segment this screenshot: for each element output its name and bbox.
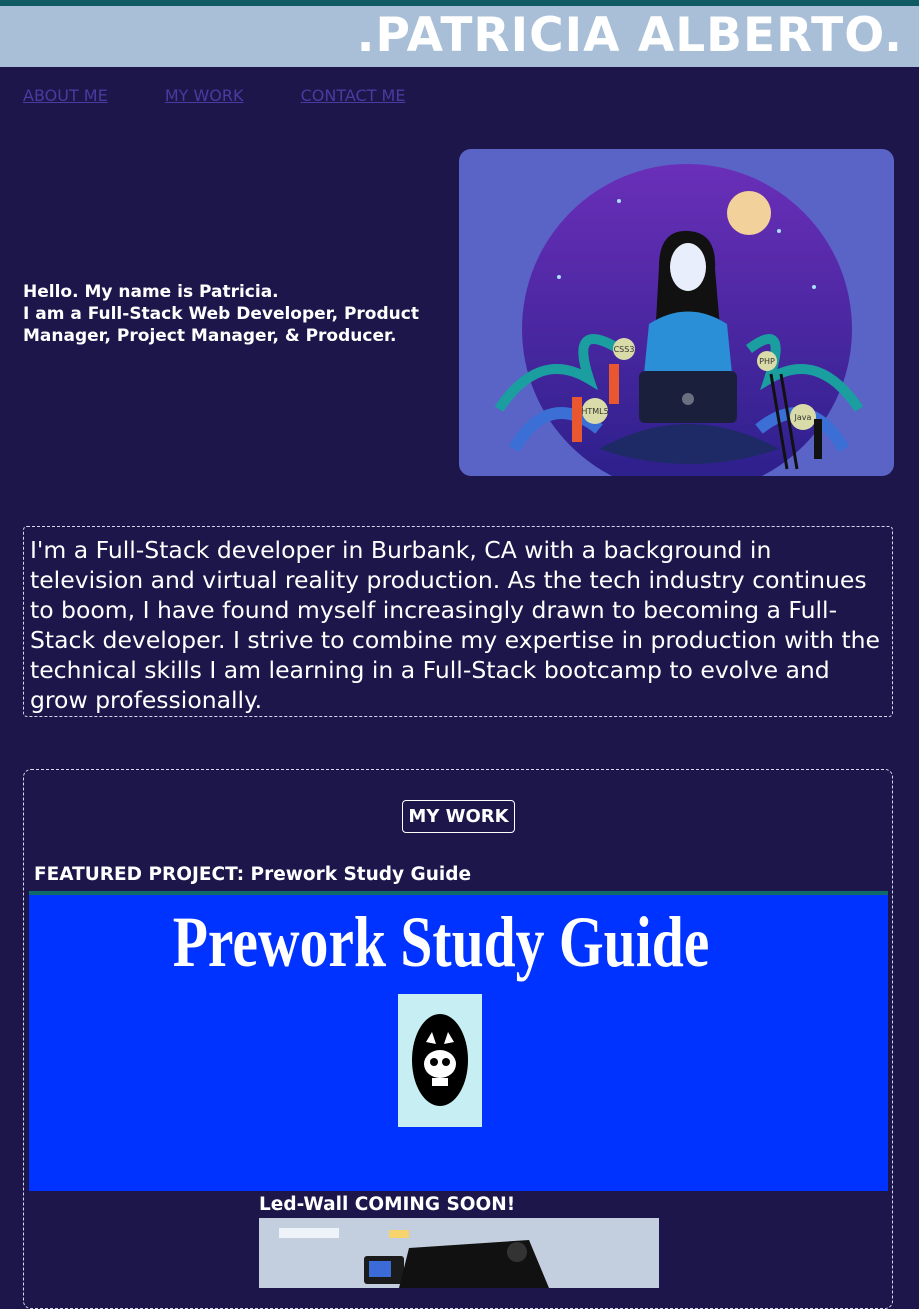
about-me-section: I'm a Full-Stack developer in Burbank, C… xyxy=(23,526,893,717)
featured-project-image[interactable]: Prework Study Guide xyxy=(29,891,888,1191)
badge-java: Java xyxy=(794,413,812,422)
skull-logo-icon xyxy=(398,994,482,1127)
intro-text: Hello. My name is Patricia. I am a Full-… xyxy=(23,281,453,347)
nav-contact-me[interactable]: CONTACT ME xyxy=(301,86,406,105)
camera-icon xyxy=(259,1218,659,1288)
main-nav: ABOUT ME MY WORK CONTACT ME xyxy=(23,86,457,105)
intro-greeting: Hello. My name is Patricia. xyxy=(23,282,279,302)
my-work-section: MY WORK FEATURED PROJECT: Prework Study … xyxy=(23,769,893,1309)
badge-html5: HTML5 xyxy=(581,407,608,416)
badge-php: PHP xyxy=(759,357,775,366)
site-title: .PATRICIA ALBERTO. xyxy=(356,8,903,63)
hero-illustration: CSS3 PHP HTML5 Java xyxy=(459,149,894,476)
led-wall-image[interactable] xyxy=(259,1218,659,1288)
my-work-heading: MY WORK xyxy=(402,800,515,833)
site-header: .PATRICIA ALBERTO. xyxy=(0,6,919,67)
intro-roles: I am a Full-Stack Web Developer, Product… xyxy=(23,304,419,346)
featured-project-label: FEATURED PROJECT: Prework Study Guide xyxy=(34,864,472,885)
nav-about-me[interactable]: ABOUT ME xyxy=(23,86,108,105)
badge-css3: CSS3 xyxy=(614,345,635,354)
coming-soon-label: Led-Wall COMING SOON! xyxy=(259,1194,516,1215)
featured-image-title: Prework Study Guide xyxy=(172,902,710,982)
about-me-text: I'm a Full-Stack developer in Burbank, C… xyxy=(30,536,881,714)
developer-illustration-icon: CSS3 PHP HTML5 Java xyxy=(494,164,864,476)
nav-my-work[interactable]: MY WORK xyxy=(165,86,244,105)
